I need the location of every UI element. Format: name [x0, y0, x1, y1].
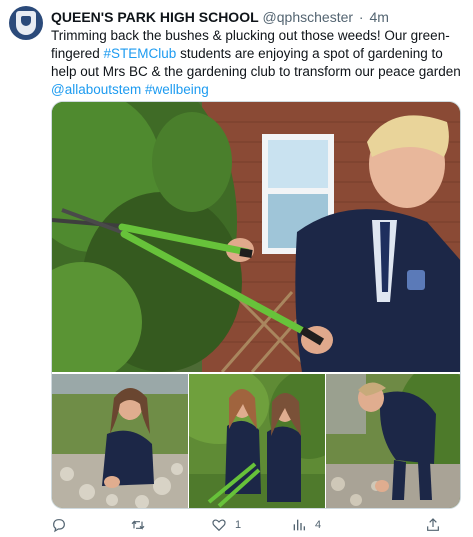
photo-bottom-left[interactable]	[52, 374, 188, 508]
photo-main[interactable]	[52, 102, 460, 372]
media-grid	[51, 101, 461, 509]
author-handle[interactable]: @qphschester	[263, 9, 353, 25]
avatar[interactable]	[9, 6, 43, 40]
views-count: 4	[315, 519, 322, 531]
photo-bottom-middle-image	[189, 374, 325, 508]
share-icon	[427, 518, 439, 531]
photo-bottom-middle[interactable]	[189, 374, 325, 508]
action-bar: 1 4	[51, 516, 451, 534]
school-crest-icon	[16, 11, 36, 35]
retweet-button[interactable]	[130, 516, 154, 534]
retweet-icon	[131, 520, 145, 530]
photo-bottom-right-image	[326, 374, 460, 508]
photo-bottom-right[interactable]	[326, 374, 460, 508]
author-name[interactable]: QUEEN'S PARK HIGH SCHOOL	[51, 9, 259, 25]
like-button[interactable]: 1	[211, 516, 241, 534]
hashtag-link[interactable]: #STEMClub	[104, 46, 177, 61]
reply-button[interactable]	[51, 516, 75, 534]
hashtag-link[interactable]: #wellbeing	[145, 82, 209, 97]
mention-link[interactable]: @allaboutstem	[51, 82, 141, 97]
views-button[interactable]: 4	[291, 516, 321, 534]
photo-bottom-left-image	[52, 374, 188, 508]
share-button[interactable]	[425, 516, 441, 534]
reply-icon	[53, 519, 65, 533]
tweet-header: QUEEN'S PARK HIGH SCHOOL @qphschester · …	[51, 8, 389, 26]
separator-dot: ·	[358, 9, 364, 25]
heart-icon	[212, 519, 226, 532]
like-count: 1	[235, 519, 242, 531]
views-icon	[293, 519, 305, 531]
timestamp[interactable]: 4m	[369, 9, 388, 25]
tweet-text: Trimming back the bushes & plucking out …	[51, 27, 467, 99]
tweet-card[interactable]: QUEEN'S PARK HIGH SCHOOL @qphschester · …	[0, 0, 473, 537]
photo-main-image	[52, 102, 460, 372]
